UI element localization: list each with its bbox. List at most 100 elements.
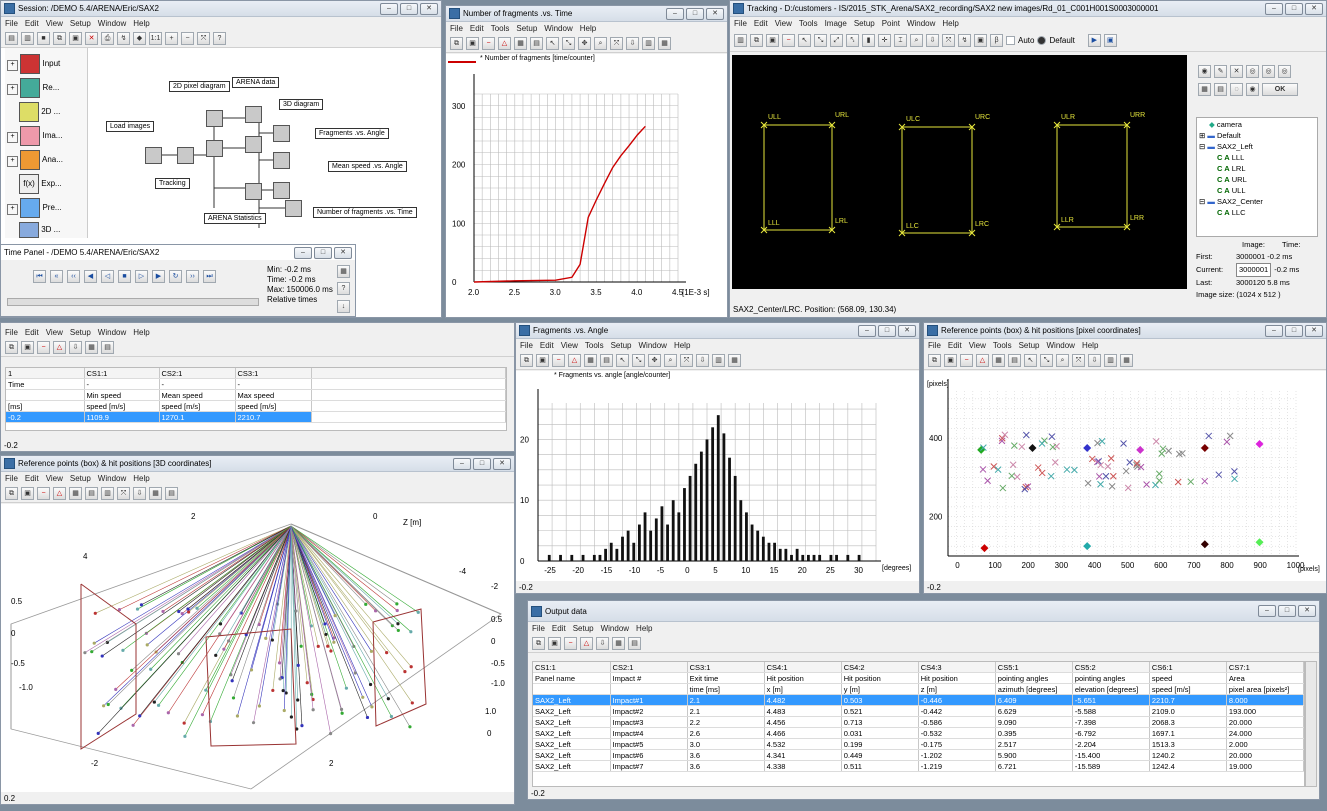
table-cell[interactable]: 9.090 <box>995 716 1073 728</box>
step-back-icon[interactable]: ◁ <box>101 270 114 283</box>
chart-icon[interactable]: ▥ <box>1104 353 1117 367</box>
menu-tools[interactable]: Tools <box>585 341 604 350</box>
3d-diagram-module-icon[interactable] <box>273 125 290 142</box>
menu-tools[interactable]: Tools <box>491 24 510 33</box>
select-icon[interactable]: ⤡ <box>1040 353 1053 367</box>
copy-icon[interactable]: ⧉ <box>5 340 18 354</box>
ref-3d-plot-area[interactable]: 2 0 -4 -2 4 0.5 0 -0.5 -1.0 0.5 0 -0.5 -1.0 1.0 0 -2 2 Z… <box>1 504 514 792</box>
menu-view[interactable]: View <box>46 474 63 483</box>
maximize-button[interactable]: □ <box>1278 605 1296 617</box>
menu-tools[interactable]: Tools <box>799 19 818 28</box>
play-icon[interactable]: ▶ <box>1087 33 1101 47</box>
tree-llc[interactable]: C A LLC <box>1217 208 1246 217</box>
play-back-icon[interactable]: ◀ <box>84 270 97 283</box>
table-cell[interactable]: Impact#2 <box>610 705 688 717</box>
menu-view[interactable]: View <box>46 328 63 337</box>
maximize-button[interactable]: □ <box>473 458 491 470</box>
step-forward-icon[interactable]: ▷ <box>135 270 148 283</box>
warning-icon[interactable]: △ <box>53 486 66 500</box>
mean-speed-module-icon[interactable] <box>273 182 290 199</box>
zoom-1to1-icon[interactable]: 1:1 <box>149 31 162 45</box>
remove-icon[interactable]: − <box>564 636 577 650</box>
table-cell[interactable]: 4.341 <box>764 749 842 761</box>
chart-icon[interactable]: ▦ <box>337 265 350 278</box>
table-cell[interactable]: -0.175 <box>918 738 996 750</box>
maximize-button[interactable]: □ <box>878 325 896 337</box>
table-cell[interactable]: -5.588 <box>1072 705 1150 717</box>
menu-window[interactable]: Window <box>98 474 126 483</box>
tree-lrl[interactable]: C A LRL <box>1217 164 1246 173</box>
fit-icon[interactable]: ⤧ <box>610 36 623 50</box>
zoom-in-icon[interactable]: + <box>165 31 178 45</box>
minimize-button[interactable]: – <box>1265 3 1283 15</box>
node-tracking[interactable]: Tracking <box>155 178 190 189</box>
ref-pixel-titlebar[interactable]: Reference points (box) & hit positions [… <box>924 323 1326 339</box>
menu-setup[interactable]: Setup <box>70 474 91 483</box>
menu-help[interactable]: Help <box>942 19 958 28</box>
table-cell[interactable]: 20.000 <box>1226 749 1304 761</box>
table-cell[interactable]: 20.000 <box>1226 716 1304 728</box>
node-3d-diagram[interactable]: 3D diagram <box>279 99 324 110</box>
frag-angle-titlebar[interactable]: Fragments .vs. Angle – □ ✕ <box>516 323 919 339</box>
export-icon[interactable]: ⇩ <box>133 486 146 500</box>
ok-button[interactable]: OK <box>1262 83 1298 96</box>
paste-icon[interactable]: ▣ <box>766 33 779 47</box>
settings-icon[interactable]: ▤ <box>101 340 114 354</box>
arena-data-module-icon[interactable] <box>245 106 262 123</box>
arena-data2-module-icon[interactable] <box>245 136 262 153</box>
table-cell[interactable]: -15.589 <box>1072 760 1150 772</box>
output-scrollbar[interactable] <box>1305 661 1317 787</box>
ref-pixel-plot-area[interactable]: 0 100 200 300 400 500 600 700 800 900 1000 200 400 [… <box>924 371 1326 581</box>
output-titlebar[interactable]: Output data – □ ✕ <box>528 601 1319 622</box>
arena-module-icon[interactable] <box>206 110 223 127</box>
menu-window[interactable]: Window <box>907 19 935 28</box>
menu-file[interactable]: File <box>928 341 941 350</box>
fit-icon[interactable]: ⤧ <box>1072 353 1085 367</box>
print-icon[interactable]: ⎙ <box>101 31 114 45</box>
minimize-button[interactable]: – <box>1265 325 1283 337</box>
table-icon[interactable]: ▤ <box>600 353 613 367</box>
table-cell[interactable]: -2.204 <box>1072 738 1150 750</box>
remove-icon[interactable]: − <box>37 340 50 354</box>
fit-icon[interactable]: ⤧ <box>942 33 955 47</box>
table-cell[interactable]: -6.792 <box>1072 727 1150 739</box>
warning-icon[interactable]: △ <box>568 353 581 367</box>
table-cell[interactable]: 2.000 <box>1226 738 1304 750</box>
menu-setup[interactable]: Setup <box>516 24 537 33</box>
table-cell[interactable]: 0.031 <box>841 727 919 739</box>
tree-lll[interactable]: C A LLL <box>1217 153 1244 162</box>
minimize-button[interactable]: – <box>858 325 876 337</box>
default-radio[interactable] <box>1037 35 1047 45</box>
table-cell[interactable]: -7.398 <box>1072 716 1150 728</box>
table-cell[interactable]: -15.400 <box>1072 749 1150 761</box>
tracking-titlebar[interactable]: Tracking - D:/customers - IS/2015_STK_Ar… <box>730 1 1326 17</box>
properties-icon[interactable]: ? <box>213 31 226 45</box>
table-cell[interactable]: Impact#3 <box>610 716 688 728</box>
table-cell[interactable]: 0.503 <box>841 694 919 706</box>
tree-ull[interactable]: C A ULL <box>1217 186 1246 195</box>
export-icon[interactable]: ⇩ <box>69 340 82 354</box>
table-cell[interactable]: SAX2_Left <box>533 749 611 761</box>
export-icon[interactable]: ⇩ <box>1088 353 1101 367</box>
node-number-fragments-vs-time[interactable]: Number of fragments .vs. Time <box>313 207 417 218</box>
tracking-module-icon[interactable] <box>177 147 194 164</box>
session-titlebar[interactable]: Session: /DEMO 5.4/ARENA/Eric/SAX2 – □ ✕ <box>1 1 441 17</box>
maximize-button[interactable]: □ <box>686 8 704 20</box>
export-icon[interactable]: ⇩ <box>626 36 639 50</box>
crosshair-icon[interactable]: ✛ <box>878 33 891 47</box>
arrow-down-icon[interactable]: ↓ <box>337 300 350 313</box>
measure-icon[interactable]: ⌶ <box>894 33 907 47</box>
menu-setup[interactable]: Setup <box>1019 341 1040 350</box>
tree-default[interactable]: ⊞ ▬ Default <box>1199 131 1241 140</box>
table-cell[interactable]: SAX2_Left <box>533 738 611 750</box>
table-cell[interactable]: 0.511 <box>841 760 919 772</box>
go-start-icon[interactable]: ⏮ <box>33 270 46 283</box>
time-slider[interactable] <box>7 298 259 306</box>
table-cell[interactable]: 6.409 <box>995 694 1073 706</box>
record-icon[interactable]: ▣ <box>1103 33 1117 47</box>
table-cell[interactable]: 19.000 <box>1226 760 1304 772</box>
menu-help[interactable]: Help <box>133 474 149 483</box>
menu-edit[interactable]: Edit <box>754 19 768 28</box>
menu-file[interactable]: File <box>5 474 18 483</box>
settings-icon[interactable]: ▦ <box>658 36 671 50</box>
